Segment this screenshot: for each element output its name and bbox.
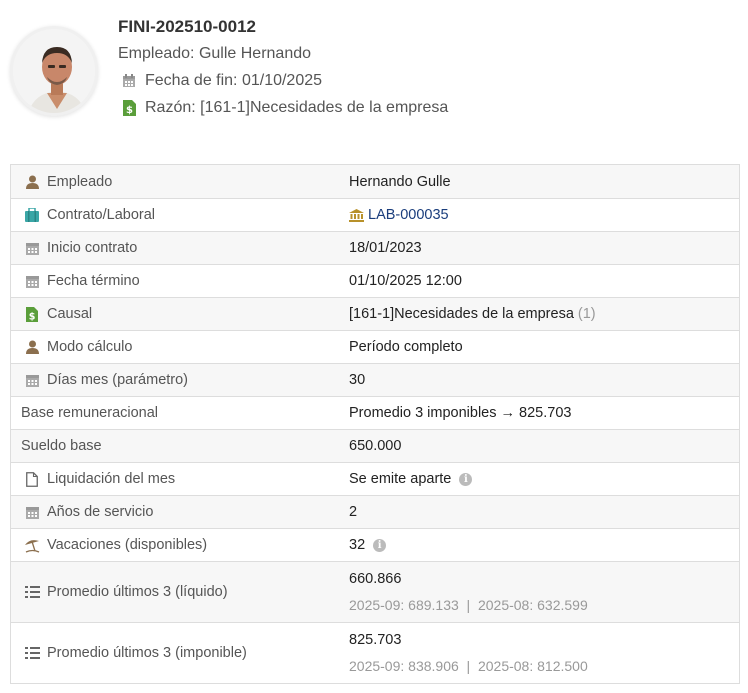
row-value: [161-1]Necesidades de la empresa (349, 306, 574, 322)
table-row: Empleado Hernando Gulle (11, 165, 739, 198)
table-row: Inicio contrato 18/01/2023 (11, 231, 739, 264)
row-value: 18/01/2023 (349, 240, 422, 256)
header-employee: Empleado: Gulle Hernando (118, 45, 312, 62)
list-icon (21, 647, 43, 659)
table-row: Modo cálculo Período completo (11, 330, 739, 363)
row-value: 660.866 (349, 571, 402, 587)
row-value: 2 (349, 504, 358, 520)
row-breakdown: 2025-09: 838.906 | 2025-08: 812.500 (349, 658, 588, 674)
row-label: Días mes (parámetro) (47, 372, 189, 388)
table-row: Liquidación del mes Se emite aparte i (11, 462, 739, 495)
money-document-icon: $ (21, 306, 43, 322)
svg-text:$: $ (126, 105, 133, 116)
table-row: Fecha término 01/10/2025 12:00 (11, 264, 739, 297)
info-icon[interactable]: i (459, 472, 473, 486)
row-value: Hernando Gulle (349, 173, 451, 190)
row-label: Sueldo base (21, 438, 102, 454)
row-label: Causal (47, 306, 93, 322)
row-label: Años de servicio (47, 504, 154, 520)
row-value: 650.000 (349, 438, 402, 454)
row-value: 30 (349, 372, 366, 388)
table-row: Sueldo base 650.000 (11, 429, 739, 462)
contract-link[interactable]: LAB-000035 (349, 207, 449, 223)
list-icon (21, 586, 43, 598)
table-row: Contrato/Laboral LAB-000035 (11, 198, 739, 231)
table-row: Días mes (parámetro) 30 (11, 363, 739, 396)
beach-umbrella-icon (21, 538, 43, 553)
row-label: Vacaciones (disponibles) (47, 537, 208, 553)
header-reason: $ Razón: [161-1]Necesidades de la empres… (118, 94, 448, 121)
details-table: Empleado Hernando Gulle Contrato/Laboral… (10, 164, 740, 684)
calendar-icon (118, 73, 140, 88)
record-title: FINI-202510-0012 (118, 17, 256, 36)
row-label: Modo cálculo (47, 339, 133, 355)
info-icon[interactable]: i (373, 538, 387, 552)
row-value: 01/10/2025 12:00 (349, 273, 462, 289)
user-icon (21, 175, 43, 189)
row-value: Promedio 3 imponibles → 825.703 (349, 405, 572, 421)
table-row: Promedio últimos 3 (líquido) 660.866 202… (11, 561, 739, 622)
svg-text:$: $ (29, 311, 36, 322)
row-label: Base remuneracional (21, 405, 159, 421)
row-value: Se emite aparte (349, 471, 452, 487)
money-document-icon: $ (118, 99, 140, 116)
row-value: 825.703 (349, 632, 402, 648)
causal-count: (1) (577, 306, 596, 322)
user-icon (21, 340, 43, 354)
row-label: Contrato/Laboral (47, 207, 156, 223)
calendar-icon (21, 373, 43, 387)
employee-avatar (10, 26, 98, 116)
header-end-date: Fecha de fin: 01/10/2025 (118, 67, 448, 94)
row-value: 32 (349, 537, 366, 553)
row-label: Empleado (47, 173, 113, 190)
row-breakdown: 2025-09: 689.133 | 2025-08: 632.599 (349, 597, 588, 613)
row-label: Liquidación del mes (47, 471, 176, 487)
document-icon (21, 471, 43, 487)
row-label: Promedio últimos 3 (líquido) (47, 584, 228, 600)
table-row: Años de servicio 2 (11, 495, 739, 528)
table-row: Base remuneracional Promedio 3 imponible… (11, 396, 739, 429)
calendar-icon (21, 274, 43, 288)
row-label: Promedio últimos 3 (imponible) (47, 645, 247, 661)
row-value: Período completo (349, 339, 463, 355)
row-label: Fecha término (47, 273, 140, 289)
table-row: Promedio últimos 3 (imponible) 825.703 2… (11, 622, 739, 683)
record-header: FINI-202510-0012 Empleado: Gulle Hernand… (0, 0, 748, 150)
row-label: Inicio contrato (47, 240, 138, 256)
table-row: Vacaciones (disponibles) 32 i (11, 528, 739, 561)
bank-icon (349, 208, 364, 222)
calendar-icon (21, 241, 43, 255)
calendar-icon (21, 505, 43, 519)
table-row: $ Causal [161-1]Necesidades de la empres… (11, 297, 739, 330)
briefcase-icon (21, 208, 43, 222)
